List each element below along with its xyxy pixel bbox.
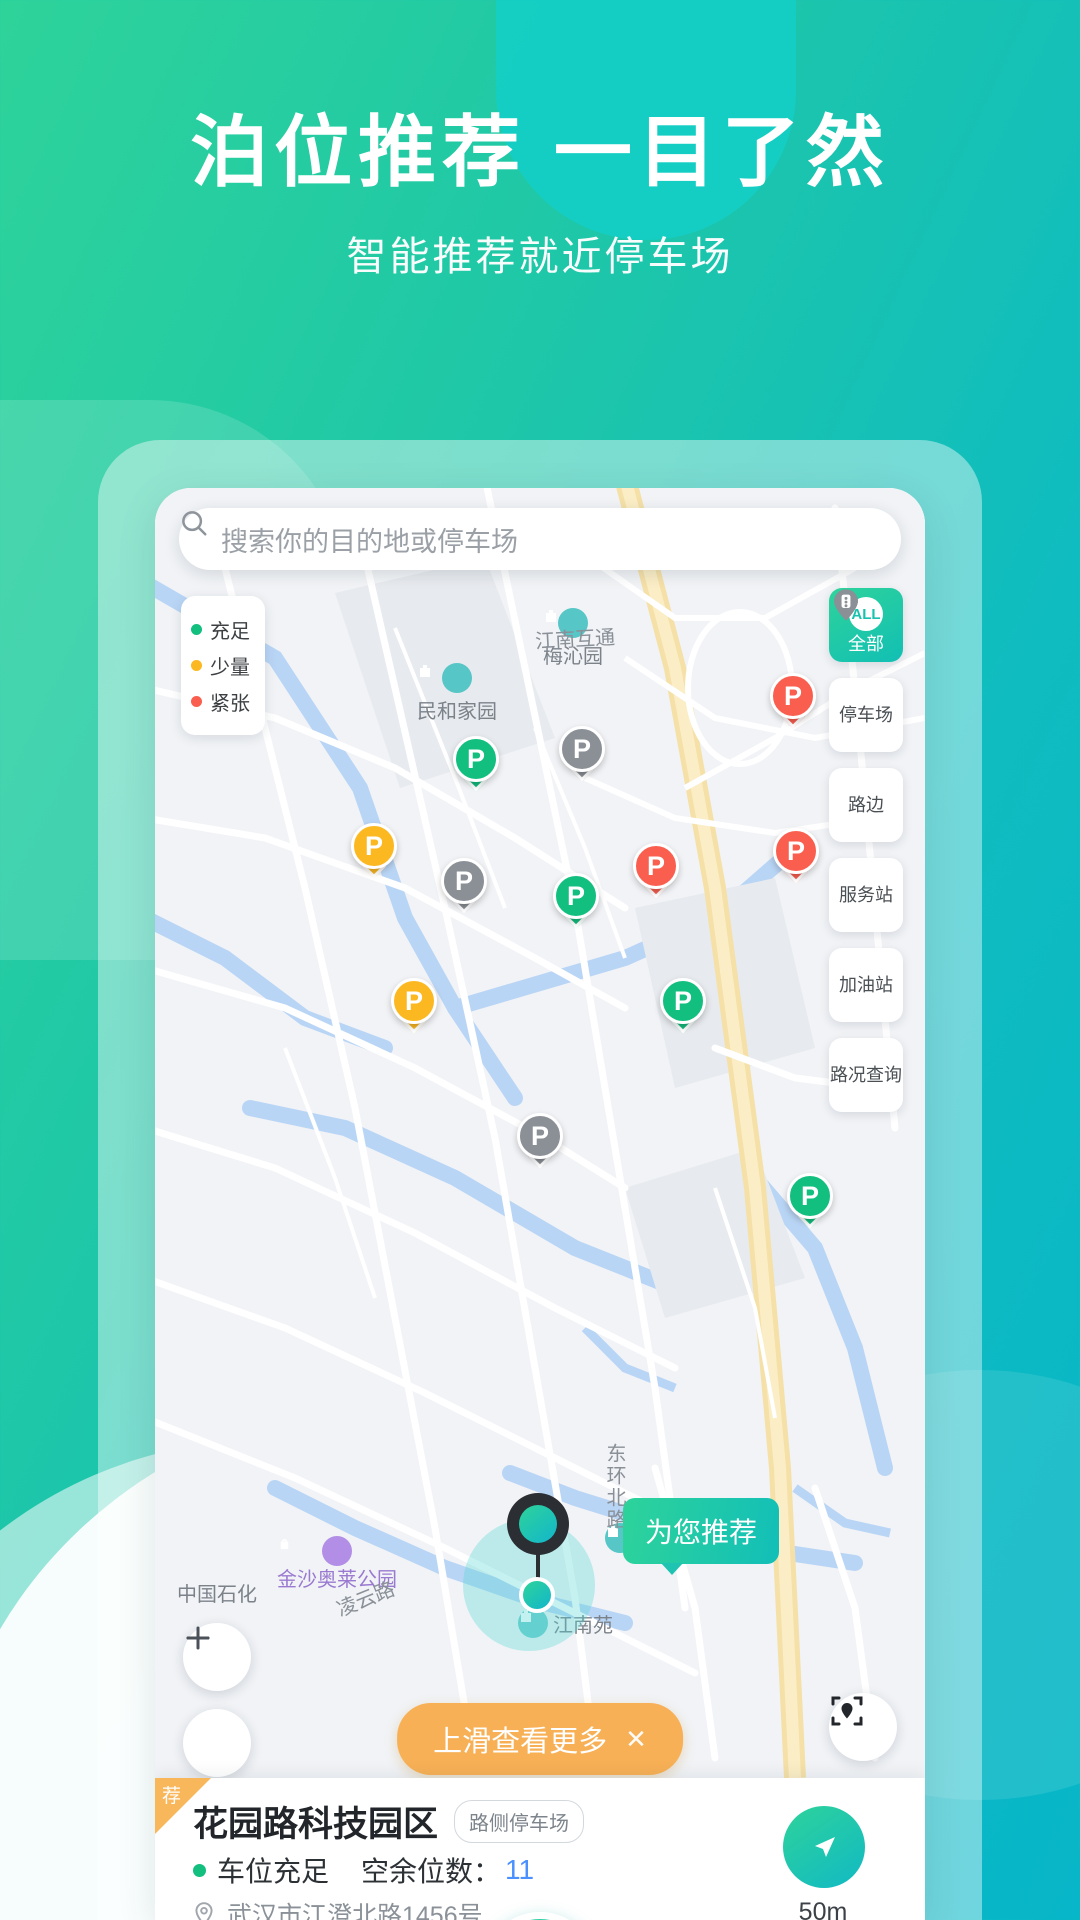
parking-pin-icon: P xyxy=(773,828,819,874)
legend-item: 少量 xyxy=(191,651,255,680)
map-pin-parking-red-1[interactable]: P xyxy=(770,673,816,719)
map-pin-parking-red-3[interactable]: P xyxy=(633,843,679,889)
card-status-row: 车位充足 空余位数： 11 xyxy=(193,1850,534,1890)
card-address-row: 武汉市江澄北路1456号 xyxy=(191,1896,483,1920)
parking-pin-icon: P xyxy=(660,978,706,1024)
location-pin-icon xyxy=(195,1902,213,1920)
card-title-row: 花园路科技园区 路侧停车场 xyxy=(193,1796,585,1847)
parking-pin-icon: P xyxy=(453,736,499,782)
legend-item: 充足 xyxy=(191,615,255,644)
map-pin-parking-green-2[interactable]: P xyxy=(553,873,599,919)
page-title: 泊位推荐 一目了然 xyxy=(190,108,890,196)
navigate-button[interactable] xyxy=(783,1806,865,1888)
shop-icon xyxy=(280,1536,352,1566)
parking-pin-icon: P xyxy=(633,843,679,889)
parking-pin-icon: P xyxy=(559,726,605,772)
legend-dot-red xyxy=(191,696,202,707)
parking-pin-icon: P xyxy=(351,823,397,869)
availability-legend: 充足 少量 紧张 xyxy=(181,596,265,735)
map-pin-parking-red-2[interactable]: P xyxy=(773,828,819,874)
zoom-out-button[interactable] xyxy=(183,1636,251,1777)
parking-pin-icon: P xyxy=(553,873,599,919)
map-pin-parking-green-4[interactable]: P xyxy=(787,1173,833,1219)
map-canvas[interactable]: 搜索你的目的地或停车场 充足 少量 紧张 ALL 全部 停车场 路边 服务站 加… xyxy=(155,488,925,1778)
promo-header: 泊位推荐 一目了然 智能推荐就近停车场 xyxy=(0,0,1080,282)
filter-gas-station[interactable]: 加油站 xyxy=(829,589,903,1022)
map-pin-parking-green-3[interactable]: P xyxy=(660,978,706,1024)
building-icon xyxy=(420,663,472,693)
road-label-jiangnanhutong: 江南互通 xyxy=(534,626,616,654)
locate-crosshair-icon xyxy=(831,1696,863,1726)
filter-roadside[interactable]: P 路边 xyxy=(829,589,903,842)
page-subtitle: 智能推荐就近停车场 xyxy=(346,234,734,279)
location-foot-icon xyxy=(519,1577,555,1613)
search-placeholder: 搜索你的目的地或停车场 xyxy=(221,526,518,557)
parking-type-tag: 路侧停车场 xyxy=(454,1800,585,1843)
slide-up-label: 上滑查看更多 xyxy=(433,1726,608,1758)
status-dot-green xyxy=(193,1863,206,1877)
filter-parking-lot[interactable]: P 停车场 xyxy=(829,589,903,752)
free-spaces-label: 空余位数： xyxy=(361,1856,502,1887)
legend-item: 紧张 xyxy=(191,687,255,716)
parking-pin-icon: P xyxy=(441,858,487,904)
legend-label: 少量 xyxy=(210,657,250,679)
parking-pin-icon: P xyxy=(770,673,816,719)
search-bar[interactable]: 搜索你的目的地或停车场 xyxy=(179,508,901,570)
legend-dot-yellow xyxy=(191,660,202,671)
locate-me-button[interactable] xyxy=(829,1693,897,1761)
map-pin-parking-yellow-1[interactable]: P xyxy=(351,823,397,869)
minus-icon xyxy=(186,1636,210,1640)
search-icon xyxy=(182,511,207,536)
poi-minhejiayuan[interactable]: 民和家园 xyxy=(417,663,497,724)
parking-pin-icon: P xyxy=(391,978,437,1024)
close-icon[interactable]: ✕ xyxy=(625,1724,647,1755)
poi-label: 民和家园 xyxy=(417,701,497,723)
map-pin-parking-gray[interactable]: P xyxy=(559,726,605,772)
filter-service-station[interactable]: 服务站 xyxy=(829,589,903,932)
map-filter-rail: ALL 全部 P 停车场 P 路边 xyxy=(829,588,903,1128)
slide-up-hint[interactable]: 上滑查看更多 ✕ xyxy=(397,1703,683,1775)
filter-traffic[interactable]: 路况查询 xyxy=(829,589,903,1112)
recommend-ribbon-label: 荐 xyxy=(162,1786,182,1807)
navigation-arrow-icon xyxy=(815,1837,835,1857)
parking-pin-icon: P xyxy=(787,1173,833,1219)
phone-screen: 搜索你的目的地或停车场 充足 少量 紧张 ALL 全部 停车场 路边 服务站 加… xyxy=(155,488,925,1920)
free-spaces-count: 11 xyxy=(505,1854,535,1885)
filter-label: 停车场 xyxy=(839,705,893,725)
filter-label: 路况查询 xyxy=(830,1065,902,1085)
legend-label: 紧张 xyxy=(210,693,250,715)
parking-address: 武汉市江澄北路1456号 xyxy=(227,1902,483,1920)
legend-dot-green xyxy=(191,624,202,635)
parking-detail-card[interactable]: 荐 花园路科技园区 路侧停车场 车位充足 空余位数： 11 武汉市江澄北路145… xyxy=(155,1778,925,1920)
filter-label: 加油站 xyxy=(839,975,893,995)
filter-label: 服务站 xyxy=(839,885,893,905)
legend-label: 充足 xyxy=(210,621,250,643)
recommend-tooltip[interactable]: 为您推荐 xyxy=(623,1498,780,1575)
location-head-icon xyxy=(507,1493,569,1555)
map-pin-parking-yellow-2[interactable]: P xyxy=(391,978,437,1024)
parking-pin-icon: P xyxy=(517,1113,563,1159)
map-pin-parking-gray-2[interactable]: P xyxy=(441,858,487,904)
availability-status: 车位充足 xyxy=(217,1856,330,1887)
parking-name: 花园路科技园区 xyxy=(193,1805,439,1844)
map-pin-parking-gray-3[interactable]: P xyxy=(517,1113,563,1159)
distance-label: 50m xyxy=(798,1898,848,1920)
map-pin-parking-green[interactable]: P xyxy=(453,736,499,782)
filter-label: 全部 xyxy=(848,634,884,654)
poi-sinopec-label: 中国石化 xyxy=(177,1584,257,1606)
map-zoom-controls xyxy=(183,1623,251,1778)
filter-label: 路边 xyxy=(848,795,884,815)
traffic-light-icon xyxy=(834,589,858,621)
